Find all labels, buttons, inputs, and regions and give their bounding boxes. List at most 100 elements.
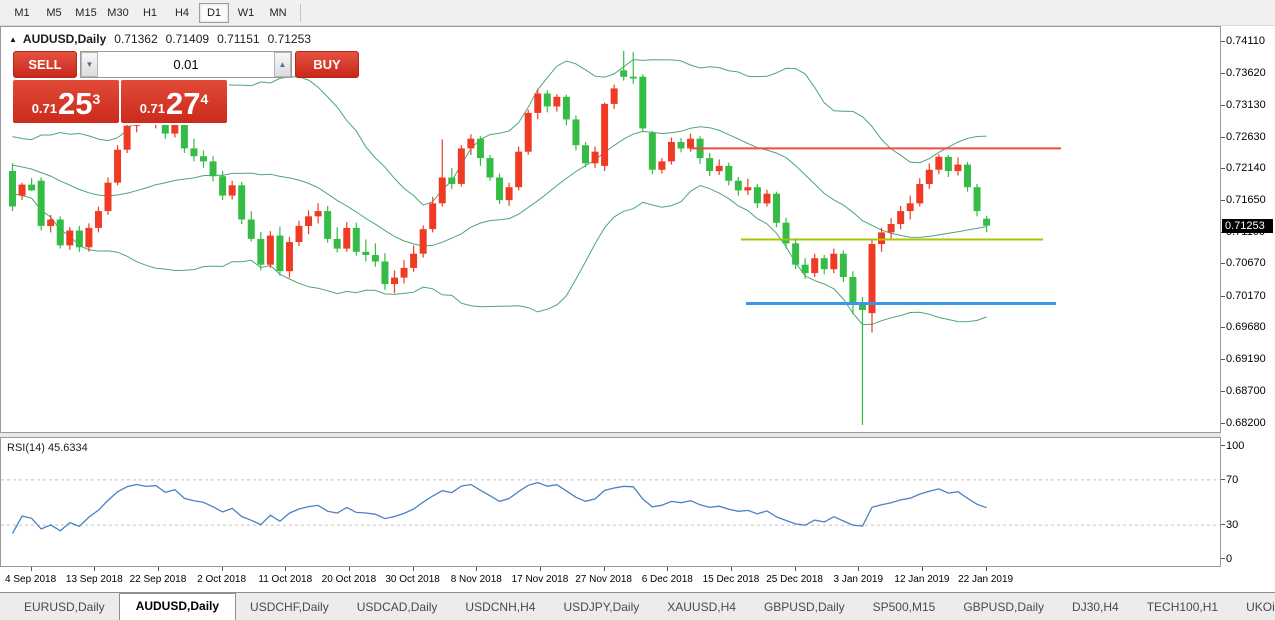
timeframe-buttons: M1M5M15M30H1H4D1W1MN [6, 3, 294, 23]
candle-body [190, 148, 197, 156]
timeframe-button-mn[interactable]: MN [263, 3, 293, 23]
candle-body [553, 97, 560, 107]
price-axis-tick [1221, 296, 1225, 297]
volume-decrease-button[interactable]: ▼ [81, 52, 98, 77]
timeframe-button-m1[interactable]: M1 [7, 3, 37, 23]
current-price-tag: 0.71253 [1222, 219, 1273, 233]
candle-body [649, 133, 656, 170]
date-axis-tick [413, 567, 414, 571]
ohlc-open: 0.71362 [114, 32, 157, 46]
price-axis-tick [1221, 168, 1225, 169]
candle-body [286, 242, 293, 271]
date-axis-tick [667, 567, 668, 571]
candle-body [229, 185, 236, 195]
chart-tab-eurusd[interactable]: EURUSD,Daily [10, 595, 119, 620]
timeframe-button-m30[interactable]: M30 [103, 3, 133, 23]
sell-price-pip: 3 [93, 91, 101, 107]
sell-price-button[interactable]: 0.71 25 3 [13, 80, 119, 123]
price-axis-label: 0.72630 [1226, 131, 1266, 143]
candle-body [716, 166, 723, 171]
date-axis-tick [222, 567, 223, 571]
candle-body [381, 262, 388, 285]
date-axis-tick [858, 567, 859, 571]
candle-body [19, 185, 26, 196]
timeframe-button-m5[interactable]: M5 [39, 3, 69, 23]
candle-body [334, 239, 341, 249]
timeframe-button-w1[interactable]: W1 [231, 3, 261, 23]
main-chart-pane[interactable]: ▲ AUDUSD,Daily 0.71362 0.71409 0.71151 0… [0, 26, 1221, 433]
date-axis-label: 2 Oct 2018 [197, 574, 246, 585]
timeframe-button-m15[interactable]: M15 [71, 3, 101, 23]
chart-tab-gbpusd[interactable]: GBPUSD,Daily [949, 595, 1058, 620]
volume-control: ▼ ▲ [80, 51, 292, 78]
chart-tab-usdchf[interactable]: USDCHF,Daily [236, 595, 343, 620]
date-axis[interactable]: 4 Sep 201813 Sep 201822 Sep 20182 Oct 20… [0, 567, 1275, 592]
date-axis-tick [31, 567, 32, 571]
rsi-axis-tick [1221, 445, 1225, 446]
timeframe-button-d1[interactable]: D1 [199, 3, 229, 23]
ohlc-high: 0.71409 [166, 32, 209, 46]
price-axis[interactable]: 0.741100.736200.731300.726300.721400.716… [1221, 26, 1275, 567]
candle-body [630, 77, 637, 79]
chart-title: ▲ AUDUSD,Daily 0.71362 0.71409 0.71151 0… [9, 32, 311, 46]
chart-tab-tech100[interactable]: TECH100,H1 [1133, 595, 1232, 620]
chart-tab-ukoil[interactable]: UKOil,H1 [1232, 595, 1275, 620]
chart-tab-audusd[interactable]: AUDUSD,Daily [119, 593, 236, 620]
chart-tab-xauusd[interactable]: XAUUSD,H4 [653, 595, 750, 620]
candle-body [849, 277, 856, 304]
candle-body [372, 255, 379, 262]
chart-tab-gbpusd[interactable]: GBPUSD,Daily [750, 595, 859, 620]
price-axis-label: 0.73130 [1226, 99, 1266, 111]
chart-tab-sp500[interactable]: SP500,M15 [859, 595, 950, 620]
candle-body [296, 226, 303, 242]
date-axis-label: 20 Oct 2018 [322, 574, 376, 585]
timeframe-button-h4[interactable]: H4 [167, 3, 197, 23]
chart-tab-dj30[interactable]: DJ30,H4 [1058, 595, 1133, 620]
candle-body [563, 97, 570, 120]
symbol-marker-icon: ▲ [9, 35, 17, 44]
candle-body [525, 113, 532, 152]
chart-tab-usdcnh[interactable]: USDCNH,H4 [451, 595, 549, 620]
candle-body [592, 152, 599, 164]
buy-price-button[interactable]: 0.71 27 4 [121, 80, 227, 123]
candle-body [76, 231, 83, 248]
mt4-window: M1M5M15M30H1H4D1W1MN ▲ AUDUSD,Daily 0.71… [0, 0, 1275, 620]
chart-tab-usdjpy[interactable]: USDJPY,Daily [549, 595, 653, 620]
candle-body [9, 171, 16, 207]
candle-body [324, 211, 331, 239]
price-axis-label: 0.68200 [1226, 417, 1266, 429]
candle-body [181, 123, 188, 149]
candle-body [506, 187, 513, 200]
rsi-line [13, 483, 987, 534]
candle-body [238, 185, 245, 219]
price-axis-tick [1221, 263, 1225, 264]
chart-tab-usdcad[interactable]: USDCAD,Daily [343, 595, 452, 620]
volume-increase-button[interactable]: ▲ [274, 52, 291, 77]
candle-body [219, 176, 226, 195]
buy-button[interactable]: BUY [295, 51, 359, 78]
volume-input[interactable] [98, 52, 274, 77]
ohlc-low: 0.71151 [217, 32, 260, 46]
price-axis-label: 0.70170 [1226, 290, 1266, 302]
sell-button[interactable]: SELL [13, 51, 77, 78]
candle-body [38, 181, 45, 226]
candle-body [315, 211, 322, 216]
candle-body [391, 278, 398, 285]
price-axis-tick [1221, 327, 1225, 328]
date-axis-label: 11 Oct 2018 [258, 574, 312, 585]
candle-body [954, 165, 961, 172]
one-click-trading-panel: SELL ▼ ▲ BUY 0.71 25 3 0.71 [11, 49, 229, 125]
up-arrow-icon: ▲ [279, 60, 287, 69]
candle-body [276, 236, 283, 272]
sell-price-prefix: 0.71 [32, 101, 57, 116]
date-axis-tick [94, 567, 95, 571]
rsi-indicator-pane[interactable]: RSI(14) 45.6334 [0, 437, 1221, 567]
date-axis-label: 25 Dec 2018 [766, 574, 823, 585]
timeframe-button-h1[interactable]: H1 [135, 3, 165, 23]
candle-body [429, 203, 436, 229]
rsi-chart[interactable] [1, 438, 1220, 566]
sell-price-big: 25 [58, 89, 92, 119]
candle-body [420, 229, 427, 254]
candle-body [974, 187, 981, 211]
candle-body [945, 157, 952, 171]
